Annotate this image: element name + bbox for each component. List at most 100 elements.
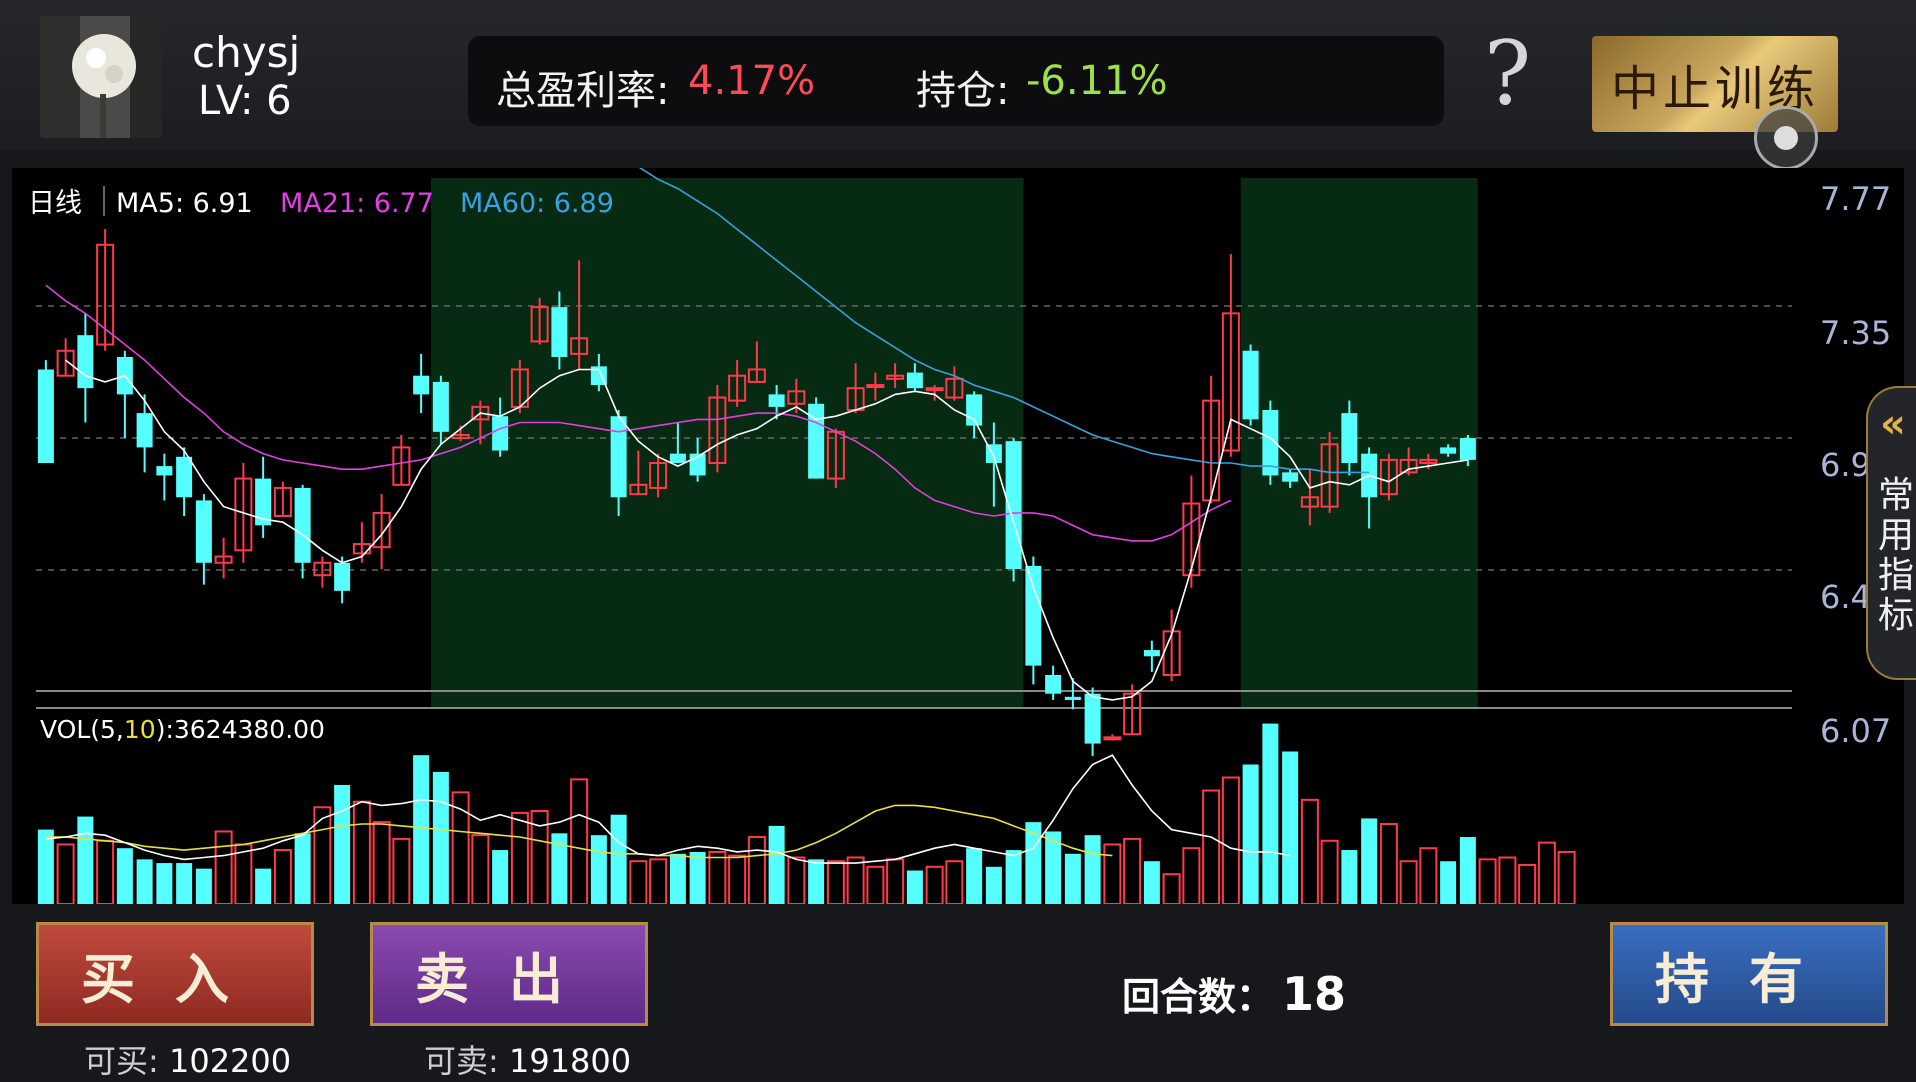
period-label[interactable]: 日线 (28, 188, 82, 219)
candle-body (1045, 675, 1062, 694)
buy-button[interactable]: 买入 (36, 922, 314, 1026)
volume-bar (1262, 723, 1279, 904)
price-label: 7.35 (1820, 314, 1891, 352)
volume-bar (826, 860, 845, 904)
volume-bar (945, 860, 964, 904)
volume-bar (846, 856, 865, 904)
volume-bar (1459, 837, 1476, 904)
volume-bar (1361, 818, 1378, 904)
common-indicators-tab[interactable]: « 常用指标 (1866, 386, 1916, 680)
volume-bar (432, 771, 449, 904)
candle-body (1103, 736, 1122, 741)
volume-bar (570, 778, 589, 904)
volume-bar (985, 866, 1002, 904)
can-buy-value: 102200 (168, 1042, 292, 1080)
volume-bar (590, 835, 607, 904)
volume-bar (925, 865, 944, 904)
ma60-label: MA60: 6.89 (460, 188, 614, 219)
volume-bar (747, 836, 766, 904)
volume-bar (1162, 873, 1181, 904)
candle-body (1282, 472, 1299, 482)
candle-body (492, 416, 509, 451)
volume-bar (1064, 853, 1081, 904)
total-profit-value: 4.17% (688, 58, 816, 104)
can-sell-value: 191800 (508, 1042, 632, 1080)
volume-bar (273, 849, 292, 904)
rounds-label: 回合数： (1122, 975, 1275, 1019)
volume-bar (1242, 764, 1259, 904)
rounds-value: 18 (1282, 967, 1347, 1021)
hold-button[interactable]: 持有 (1610, 922, 1888, 1026)
position-value: -6.11% (1026, 58, 1168, 104)
volume-bar (1399, 860, 1418, 904)
volume-bar (1518, 863, 1537, 904)
volume-bar (334, 784, 351, 904)
volume-bar (1282, 751, 1299, 904)
candle-body (37, 369, 54, 463)
volume-bar (629, 860, 648, 904)
volume-bar (689, 851, 706, 904)
volume-bar (966, 848, 983, 904)
volume-bar (1440, 861, 1457, 904)
common-indicators-label: 常用指标 (1878, 475, 1915, 636)
candle-body (610, 416, 627, 498)
candle-body (77, 335, 94, 389)
volume-bar (392, 837, 411, 904)
volume-bar (1182, 847, 1201, 904)
volume-bar (1084, 835, 1101, 904)
highlight-regions (431, 178, 1478, 708)
volume-bar (214, 830, 233, 904)
question-mark-icon[interactable]: ? (1484, 30, 1531, 118)
floating-assistant-icon[interactable] (1754, 106, 1818, 170)
highlight-region (431, 178, 1024, 708)
candle-body (1064, 696, 1081, 700)
volume-bar (1103, 843, 1122, 904)
price-label: 6.07 (1820, 712, 1891, 750)
avatar-image (40, 16, 162, 138)
candle-body (1025, 565, 1042, 666)
volume-bar (116, 848, 133, 904)
candle-body (551, 307, 568, 357)
candle-body (1084, 693, 1101, 744)
kline-chart: 日线 MA5: 6.91 MA21: 6.77 MA60: 6.89 7.77 … (28, 168, 1891, 904)
username: chysj (192, 28, 301, 77)
position-label: 持仓: (916, 68, 1010, 114)
ma21-label: MA21: 6.77 (280, 188, 434, 219)
volume-bar (1025, 822, 1042, 904)
avatar[interactable] (40, 16, 162, 138)
candle-body (1341, 413, 1358, 463)
volume-bar (906, 870, 923, 904)
volume-bar (1557, 850, 1576, 904)
volume-bar (1320, 839, 1339, 904)
volume-bar (1341, 850, 1358, 904)
volume-bar (77, 816, 94, 904)
candle-body (176, 456, 193, 498)
volume-bar (372, 821, 391, 904)
volume-bar (649, 858, 668, 904)
volume-bar (294, 833, 311, 904)
stats-panel: 总盈利率: 4.17% 持仓: -6.11% (468, 36, 1444, 126)
candle-body (1440, 447, 1457, 454)
candle-body (294, 487, 311, 563)
volume-bar (1537, 841, 1556, 904)
candle-body (156, 466, 173, 476)
volume-bar (156, 863, 173, 904)
price-label: 7.77 (1820, 180, 1891, 218)
volume-bars (37, 723, 1576, 904)
candle-body (925, 387, 944, 392)
sell-button[interactable]: 卖出 (370, 922, 648, 1026)
candle-body (1143, 650, 1160, 657)
volume-bar (313, 806, 332, 904)
candle-body (768, 394, 785, 407)
volume-bar (768, 825, 785, 904)
volume-bar (1478, 858, 1497, 904)
volume-bar (669, 853, 686, 904)
volume-bar (1123, 837, 1142, 904)
volume-bar (413, 755, 430, 904)
volume-bar (708, 850, 727, 904)
kline-chart-panel[interactable]: 日线 MA5: 6.91 MA21: 6.77 MA60: 6.89 7.77 … (12, 168, 1904, 904)
user-level: LV: 6 (198, 78, 292, 124)
volume-bar (492, 850, 509, 904)
volume-bar (471, 834, 490, 904)
volume-bar (808, 859, 825, 904)
